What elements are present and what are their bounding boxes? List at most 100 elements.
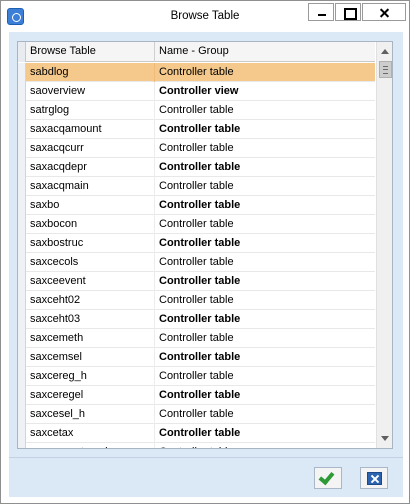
table-row[interactable]: saxacqmain Controller table bbox=[18, 177, 375, 196]
row-selector[interactable] bbox=[18, 443, 26, 448]
browse-table-grid[interactable]: Browse Table Name - Group sabdlog Control… bbox=[17, 41, 393, 449]
row-selector[interactable] bbox=[18, 253, 26, 272]
table-row[interactable]: satrglog Controller table bbox=[18, 101, 375, 120]
cell-name-group: Controller table bbox=[159, 446, 234, 448]
cell-divider bbox=[154, 405, 155, 424]
table-row[interactable]: saxacqcurr Controller table bbox=[18, 139, 375, 158]
cell-name-group: Controller table bbox=[159, 313, 241, 325]
cell-divider bbox=[154, 215, 155, 234]
ok-button[interactable] bbox=[314, 467, 342, 489]
cell-name-group: Controller table bbox=[159, 123, 241, 135]
table-row[interactable]: saxacqamount Controller table bbox=[18, 120, 375, 139]
cell-name-group: Controller table bbox=[159, 351, 241, 363]
row-selector[interactable] bbox=[18, 386, 26, 405]
cell-browse-table: saxacqcurr bbox=[30, 142, 84, 154]
column-header-browse-table[interactable]: Browse Table bbox=[30, 45, 96, 57]
row-selector[interactable] bbox=[18, 139, 26, 158]
row-selector[interactable] bbox=[18, 101, 26, 120]
row-selector[interactable] bbox=[18, 82, 26, 101]
cell-browse-table: saxceevent bbox=[30, 275, 86, 287]
table-row[interactable]: saxcetax Controller table bbox=[18, 424, 375, 443]
cell-name-group: Controller table bbox=[159, 389, 241, 401]
cell-name-group: Controller view bbox=[159, 85, 239, 97]
cell-name-group: Controller table bbox=[159, 142, 234, 154]
table-row[interactable]: sabdlog Controller table bbox=[18, 63, 375, 82]
cell-name-group: Controller table bbox=[159, 199, 241, 211]
scroll-up-arrow-icon[interactable] bbox=[377, 43, 392, 60]
row-selector[interactable] bbox=[18, 120, 26, 139]
table-row[interactable]: saxbostruc Controller table bbox=[18, 234, 375, 253]
table-row[interactable]: saxbocon Controller table bbox=[18, 215, 375, 234]
row-selector[interactable] bbox=[18, 348, 26, 367]
cell-divider bbox=[154, 101, 155, 120]
cell-divider bbox=[154, 272, 155, 291]
row-selector[interactable] bbox=[18, 234, 26, 253]
table-row[interactable]: saxceevent Controller table bbox=[18, 272, 375, 291]
grid-header: Browse Table Name - Group bbox=[18, 42, 375, 62]
vertical-scrollbar[interactable] bbox=[376, 42, 392, 448]
grid-rows: sabdlog Controller table saoverview Control… bbox=[18, 63, 375, 448]
cell-divider bbox=[154, 348, 155, 367]
cell-browse-table: saxacqmain bbox=[30, 180, 89, 192]
table-row[interactable]: saxceht02 Controller table bbox=[18, 291, 375, 310]
cell-browse-table: saxcereg_h bbox=[30, 370, 87, 382]
column-divider[interactable] bbox=[154, 42, 155, 62]
row-selector[interactable] bbox=[18, 272, 26, 291]
cell-browse-table: saxceht03 bbox=[30, 313, 81, 325]
row-selector[interactable] bbox=[18, 329, 26, 348]
cell-divider bbox=[154, 120, 155, 139]
cancel-button[interactable] bbox=[360, 467, 388, 489]
row-selector[interactable] bbox=[18, 177, 26, 196]
cell-name-group: Controller table bbox=[159, 427, 241, 439]
cell-divider bbox=[154, 253, 155, 272]
cell-browse-table: sabdlog bbox=[30, 66, 69, 78]
cell-browse-table: saxcetax bbox=[30, 427, 74, 439]
cell-browse-table: saxacqdepr bbox=[30, 161, 87, 173]
cell-divider bbox=[154, 386, 155, 405]
cell-divider bbox=[154, 177, 155, 196]
cell-name-group: Controller table bbox=[159, 66, 234, 78]
column-header-name-group[interactable]: Name - Group bbox=[159, 45, 229, 57]
cell-name-group: Controller table bbox=[159, 256, 234, 268]
cell-browse-table: saxcereg_tax_dummy bbox=[30, 446, 138, 448]
cell-divider bbox=[154, 424, 155, 443]
row-selector[interactable] bbox=[18, 158, 26, 177]
cell-browse-table: saxceregel bbox=[30, 389, 84, 401]
browse-table-window: Browse Table Browse Table Name - Group s… bbox=[0, 0, 410, 504]
cell-name-group: Controller table bbox=[159, 180, 234, 192]
row-selector[interactable] bbox=[18, 196, 26, 215]
table-row[interactable]: saxcemeth Controller table bbox=[18, 329, 375, 348]
cell-browse-table: saxbostruc bbox=[30, 237, 84, 249]
row-selector[interactable] bbox=[18, 291, 26, 310]
row-selector[interactable] bbox=[18, 215, 26, 234]
cell-browse-table: satrglog bbox=[30, 104, 70, 116]
table-row[interactable]: saxcecols Controller table bbox=[18, 253, 375, 272]
cell-divider bbox=[154, 234, 155, 253]
table-row[interactable]: saxcereg_h Controller table bbox=[18, 367, 375, 386]
maximize-button[interactable] bbox=[335, 3, 361, 21]
row-selector[interactable] bbox=[18, 367, 26, 386]
cell-divider bbox=[154, 310, 155, 329]
cell-browse-table: saoverview bbox=[30, 85, 86, 97]
table-row[interactable]: saxbo Controller table bbox=[18, 196, 375, 215]
row-selector[interactable] bbox=[18, 405, 26, 424]
row-selector[interactable] bbox=[18, 424, 26, 443]
close-button[interactable] bbox=[362, 3, 406, 21]
table-row[interactable]: saxcesel_h Controller table bbox=[18, 405, 375, 424]
scroll-down-arrow-icon[interactable] bbox=[377, 430, 392, 447]
scroll-thumb[interactable] bbox=[379, 61, 392, 78]
minimize-button[interactable] bbox=[308, 3, 334, 21]
table-row[interactable]: saxcereg_tax_dummy Controller table bbox=[18, 443, 375, 448]
cell-name-group: Controller table bbox=[159, 294, 234, 306]
table-row[interactable]: saoverview Controller view bbox=[18, 82, 375, 101]
table-row[interactable]: saxceregel Controller table bbox=[18, 386, 375, 405]
row-selector[interactable] bbox=[18, 310, 26, 329]
table-row[interactable]: saxcemsel Controller table bbox=[18, 348, 375, 367]
title-bar[interactable]: Browse Table bbox=[1, 1, 409, 31]
row-selector[interactable] bbox=[18, 63, 26, 82]
cancel-icon bbox=[367, 472, 382, 485]
table-row[interactable]: saxacqdepr Controller table bbox=[18, 158, 375, 177]
cell-name-group: Controller table bbox=[159, 161, 241, 173]
table-row[interactable]: saxceht03 Controller table bbox=[18, 310, 375, 329]
cell-divider bbox=[154, 443, 155, 448]
